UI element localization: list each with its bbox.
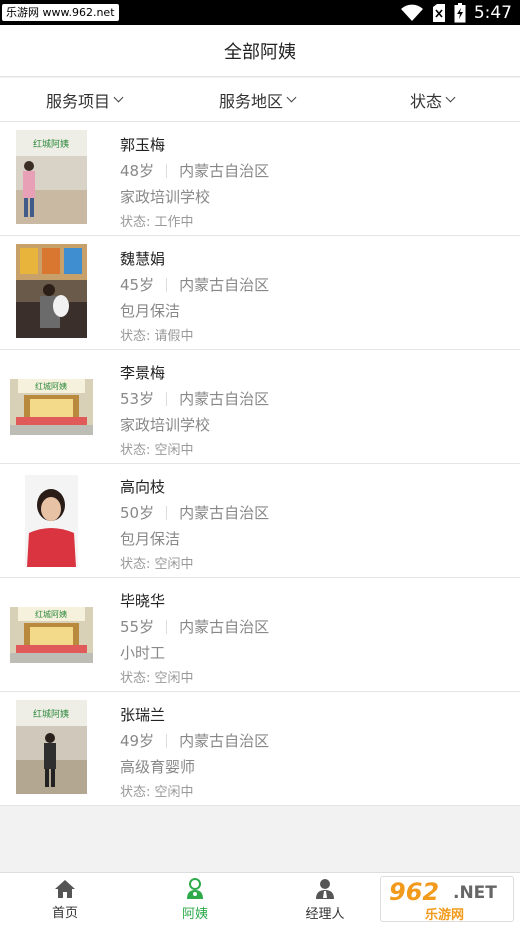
- nanny-photo: 红城阿姨: [16, 130, 87, 224]
- nanny-service: 小时工: [120, 644, 166, 662]
- nanny-name: 郭玉梅: [120, 136, 166, 154]
- nanny-status: 状态: 工作中: [120, 215, 194, 230]
- app-header: 全部阿姨: [0, 25, 520, 77]
- chevron-down-icon: [113, 92, 124, 103]
- nanny-meta: 53岁 内蒙古自治区: [120, 388, 269, 409]
- nanny-card[interactable]: 红城阿姨 张瑞兰 49岁 内蒙古自治区 高级育婴师 状态: 空闲中: [0, 692, 520, 806]
- nanny-age: 48岁: [120, 162, 155, 180]
- nanny-photo: 红城阿姨: [10, 379, 93, 435]
- nanny-age: 49岁: [120, 732, 155, 750]
- banner-text: 红城阿姨: [35, 381, 67, 391]
- nav-label: 阿姨: [181, 906, 208, 922]
- nanny-meta: 50岁 内蒙古自治区: [120, 502, 269, 523]
- status-bar: 乐游网 www.962.net 5:47: [0, 0, 520, 25]
- nanny-region: 内蒙古自治区: [179, 276, 270, 294]
- page-title: 全部阿姨: [224, 41, 296, 63]
- nanny-name: 高向枝: [120, 478, 166, 496]
- nav-nanny[interactable]: 阿姨: [130, 873, 260, 925]
- divider: [166, 505, 168, 520]
- status-icons: 5:47: [400, 2, 512, 24]
- logo-net: .NET: [453, 883, 497, 903]
- logo-number: 962: [389, 878, 440, 906]
- logo-subtitle: 乐游网: [425, 908, 465, 923]
- nav-home[interactable]: 首页: [0, 873, 130, 925]
- no-sim-icon: [432, 4, 446, 22]
- wifi-icon: [400, 4, 424, 22]
- nanny-name: 魏慧娟: [120, 250, 166, 268]
- site-watermark-logo: 962 .NET 乐游网: [380, 876, 514, 923]
- nanny-meta: 45岁 内蒙古自治区: [120, 274, 269, 295]
- nanny-meta: 49岁 内蒙古自治区: [120, 730, 269, 751]
- nav-label: 经理人: [305, 906, 345, 922]
- filter-bar: 服务项目 服务地区 状态: [0, 78, 520, 122]
- nanny-region: 内蒙古自治区: [179, 618, 270, 636]
- filter-label: 服务地区: [219, 92, 284, 111]
- banner-text: 红城阿姨: [35, 609, 67, 619]
- nanny-region: 内蒙古自治区: [179, 162, 270, 180]
- nanny-region: 内蒙古自治区: [179, 504, 270, 522]
- nanny-status: 状态: 空闲中: [120, 671, 194, 686]
- chevron-down-icon: [445, 92, 456, 103]
- nanny-age: 45岁: [120, 276, 155, 294]
- nanny-photo: 红城阿姨: [16, 700, 87, 794]
- nanny-region: 内蒙古自治区: [179, 390, 270, 408]
- nanny-name: 张瑞兰: [120, 706, 166, 724]
- nanny-region: 内蒙古自治区: [179, 732, 270, 750]
- nanny-service: 家政培训学校: [120, 188, 211, 206]
- nanny-name: 毕晓华: [120, 592, 166, 610]
- chevron-down-icon: [286, 92, 297, 103]
- nanny-card[interactable]: 红城阿姨 郭玉梅 48岁 内蒙古自治区 家政培训学校 状态: 工作中: [0, 122, 520, 236]
- nanny-age: 53岁: [120, 390, 155, 408]
- divider: [166, 163, 168, 178]
- nanny-age: 55岁: [120, 618, 155, 636]
- nanny-status: 状态: 空闲中: [120, 785, 194, 800]
- battery-icon: [454, 3, 466, 23]
- svg-text:红城阿姨: 红城阿姨: [33, 138, 69, 150]
- divider: [166, 733, 168, 748]
- nanny-status: 状态: 空闲中: [120, 443, 194, 458]
- filter-label: 状态: [410, 92, 443, 111]
- filter-service-region[interactable]: 服务地区: [219, 78, 297, 122]
- nanny-card[interactable]: 红城阿姨 李景梅 53岁 内蒙古自治区 家政培训学校 状态: 空闲中: [0, 350, 520, 464]
- nanny-card[interactable]: 红城阿姨 毕晓华 55岁 内蒙古自治区 小时工 状态: 空闲中: [0, 578, 520, 692]
- filter-label: 服务项目: [46, 92, 111, 111]
- filter-status[interactable]: 状态: [410, 78, 456, 122]
- nanny-service: 高级育婴师: [120, 758, 196, 776]
- nanny-list: 红城阿姨 郭玉梅 48岁 内蒙古自治区 家政培训学校 状态: 工作中 魏慧娟 4…: [0, 122, 520, 806]
- nanny-card[interactable]: 高向枝 50岁 内蒙古自治区 包月保洁 状态: 空闲中: [0, 464, 520, 578]
- home-icon: [54, 879, 76, 902]
- filter-service-type[interactable]: 服务项目: [46, 78, 124, 122]
- nanny-meta: 55岁 内蒙古自治区: [120, 616, 269, 637]
- manager-icon: [315, 878, 335, 903]
- nav-label: 首页: [51, 905, 78, 921]
- nanny-service: 包月保洁: [120, 530, 181, 548]
- nanny-status: 状态: 空闲中: [120, 557, 194, 572]
- nanny-photo: 红城阿姨: [10, 607, 93, 663]
- nanny-meta: 48岁 内蒙古自治区: [120, 160, 269, 181]
- nanny-name: 李景梅: [120, 364, 166, 382]
- nanny-service: 家政培训学校: [120, 416, 211, 434]
- nanny-status: 状态: 请假中: [120, 329, 194, 344]
- nanny-icon: [185, 877, 205, 903]
- divider: [166, 391, 168, 406]
- watermark: 乐游网 www.962.net: [2, 4, 119, 21]
- nav-manager[interactable]: 经理人: [260, 873, 390, 925]
- nanny-card[interactable]: 魏慧娟 45岁 内蒙古自治区 包月保洁 状态: 请假中: [0, 236, 520, 350]
- nanny-age: 50岁: [120, 504, 155, 522]
- divider: [166, 277, 168, 292]
- nanny-service: 包月保洁: [120, 302, 181, 320]
- nanny-photo: [25, 475, 78, 567]
- svg-text:红城阿姨: 红城阿姨: [33, 708, 69, 720]
- clock: 5:47: [473, 3, 512, 23]
- nanny-photo: [16, 244, 87, 338]
- divider: [166, 619, 168, 634]
